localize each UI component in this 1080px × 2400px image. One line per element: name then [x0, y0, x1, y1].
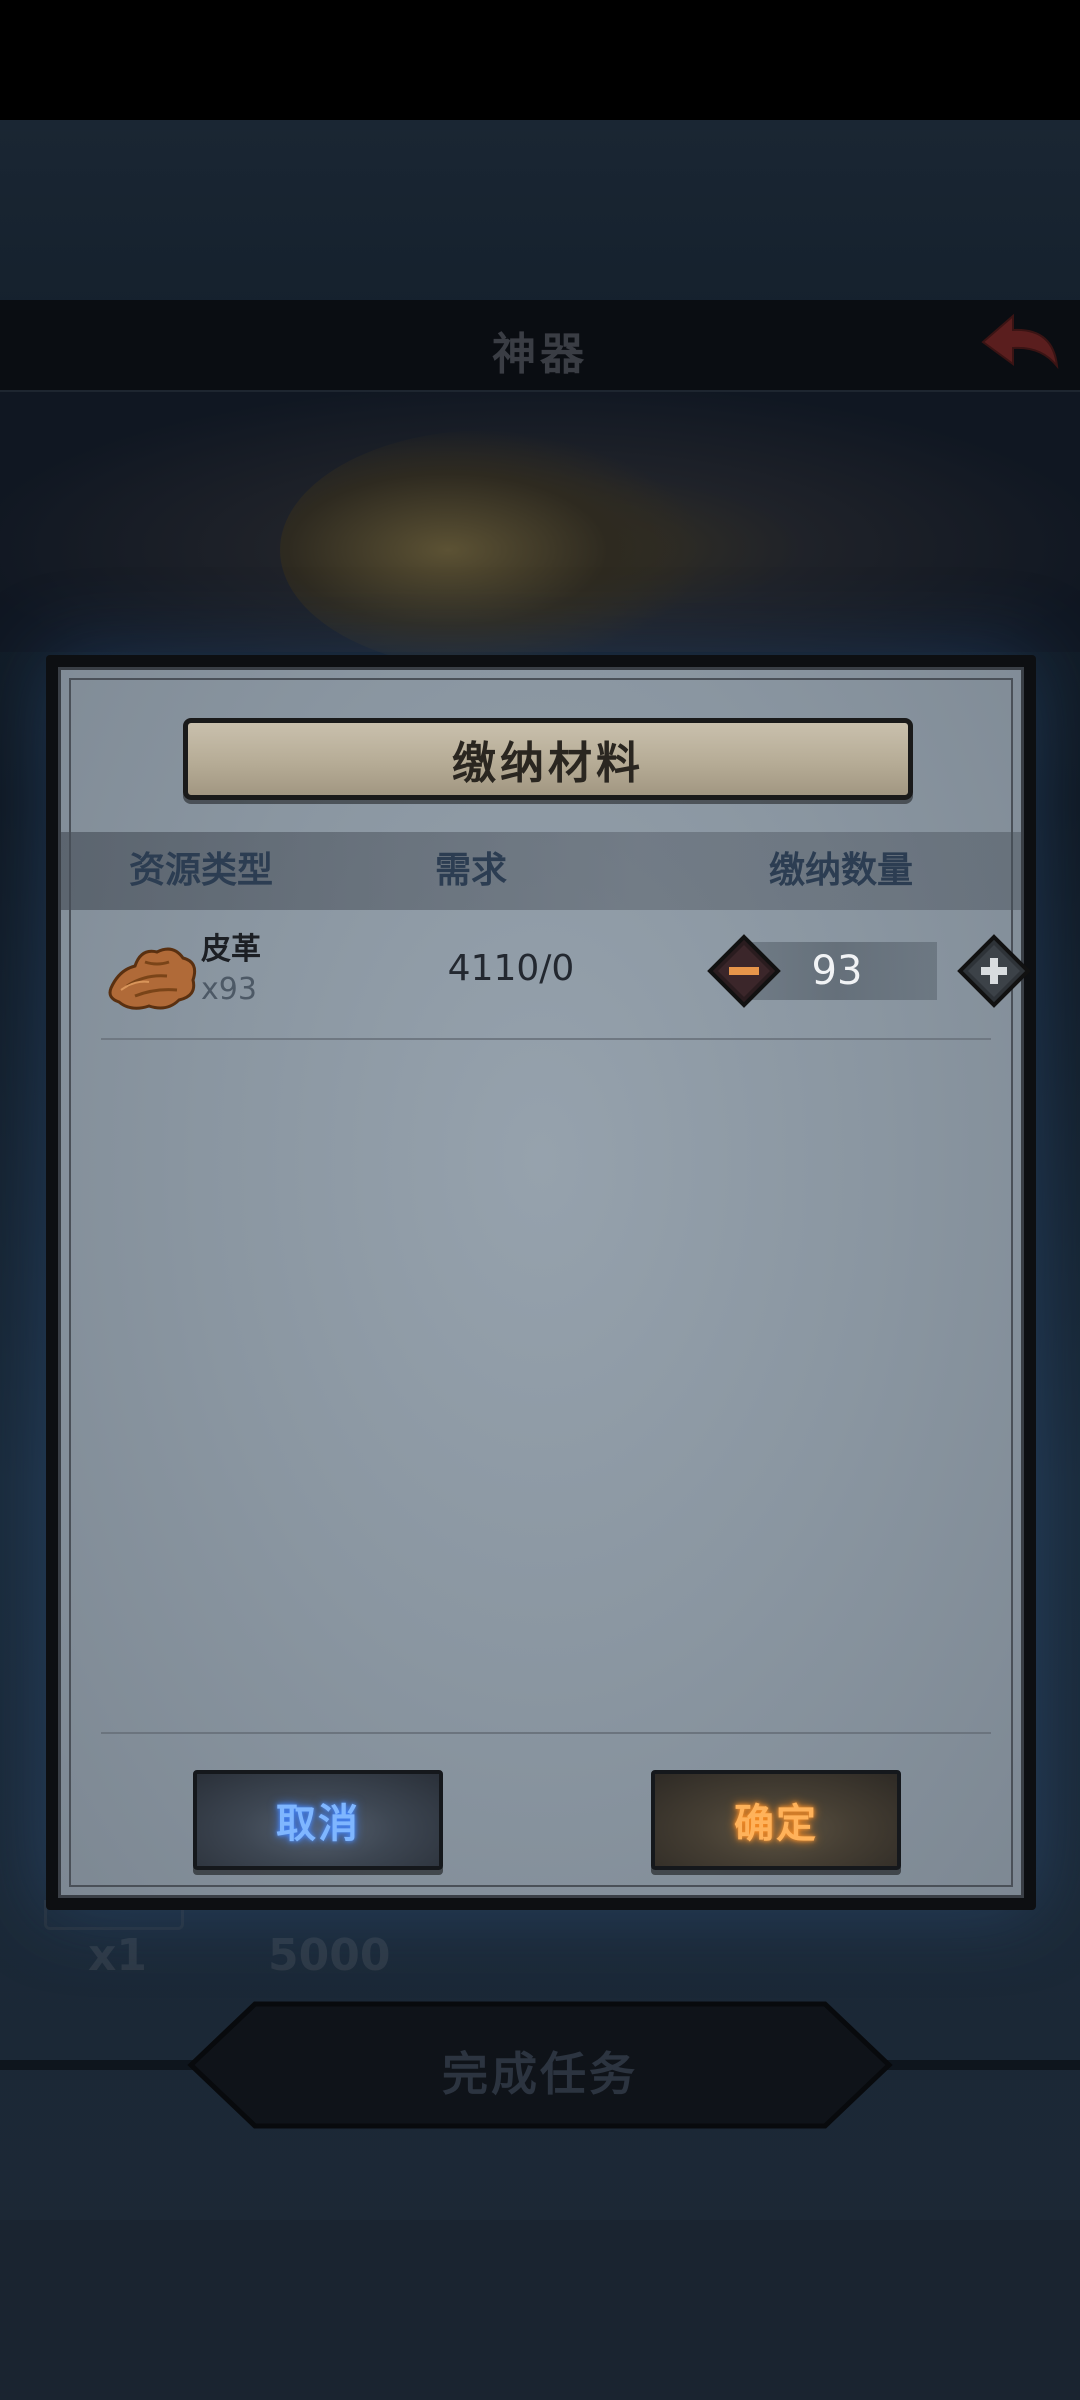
- dragon-artwork: [280, 430, 700, 670]
- dialog-panel: 缴纳材料 资源类型 需求 缴纳数量 皮革 x93 4110/0 93 取消 确定: [58, 667, 1031, 1898]
- column-submit-quantity: 缴纳数量: [768, 850, 913, 891]
- increase-button[interactable]: [957, 934, 1031, 1008]
- column-resource-type: 资源类型: [128, 850, 273, 891]
- table-header: 资源类型 需求 缴纳数量: [61, 832, 1021, 910]
- submit-materials-dialog: 缴纳材料 资源类型 需求 缴纳数量 皮革 x93 4110/0 93 取消 确定: [46, 655, 1036, 1910]
- background-bottom: [0, 2220, 1080, 2400]
- leather-icon: [108, 947, 197, 1010]
- status-bar: [0, 0, 1080, 120]
- complete-task-label: 完成任务: [442, 2047, 638, 2101]
- cancel-button[interactable]: 取消: [193, 1770, 443, 1870]
- decrease-button[interactable]: [707, 934, 781, 1008]
- minus-icon: [729, 967, 759, 975]
- background-title: 神器: [492, 329, 588, 380]
- table-row: 皮革 x93 4110/0 93: [101, 910, 1031, 1040]
- divider: [101, 1732, 991, 1734]
- item-name: 皮革: [201, 932, 261, 967]
- back-arrow-icon[interactable]: [975, 308, 1065, 378]
- dialog-title: 缴纳材料: [452, 738, 644, 789]
- reward-value: 5000: [268, 1930, 391, 1981]
- item-owned-count: x93: [201, 972, 257, 1007]
- item-requirement: 4110/0: [447, 948, 575, 989]
- column-requirement: 需求: [434, 850, 507, 891]
- dialog-title-plate: 缴纳材料: [183, 718, 913, 800]
- confirm-button[interactable]: 确定: [651, 1770, 901, 1870]
- reward-quantity: x1: [88, 1930, 147, 1981]
